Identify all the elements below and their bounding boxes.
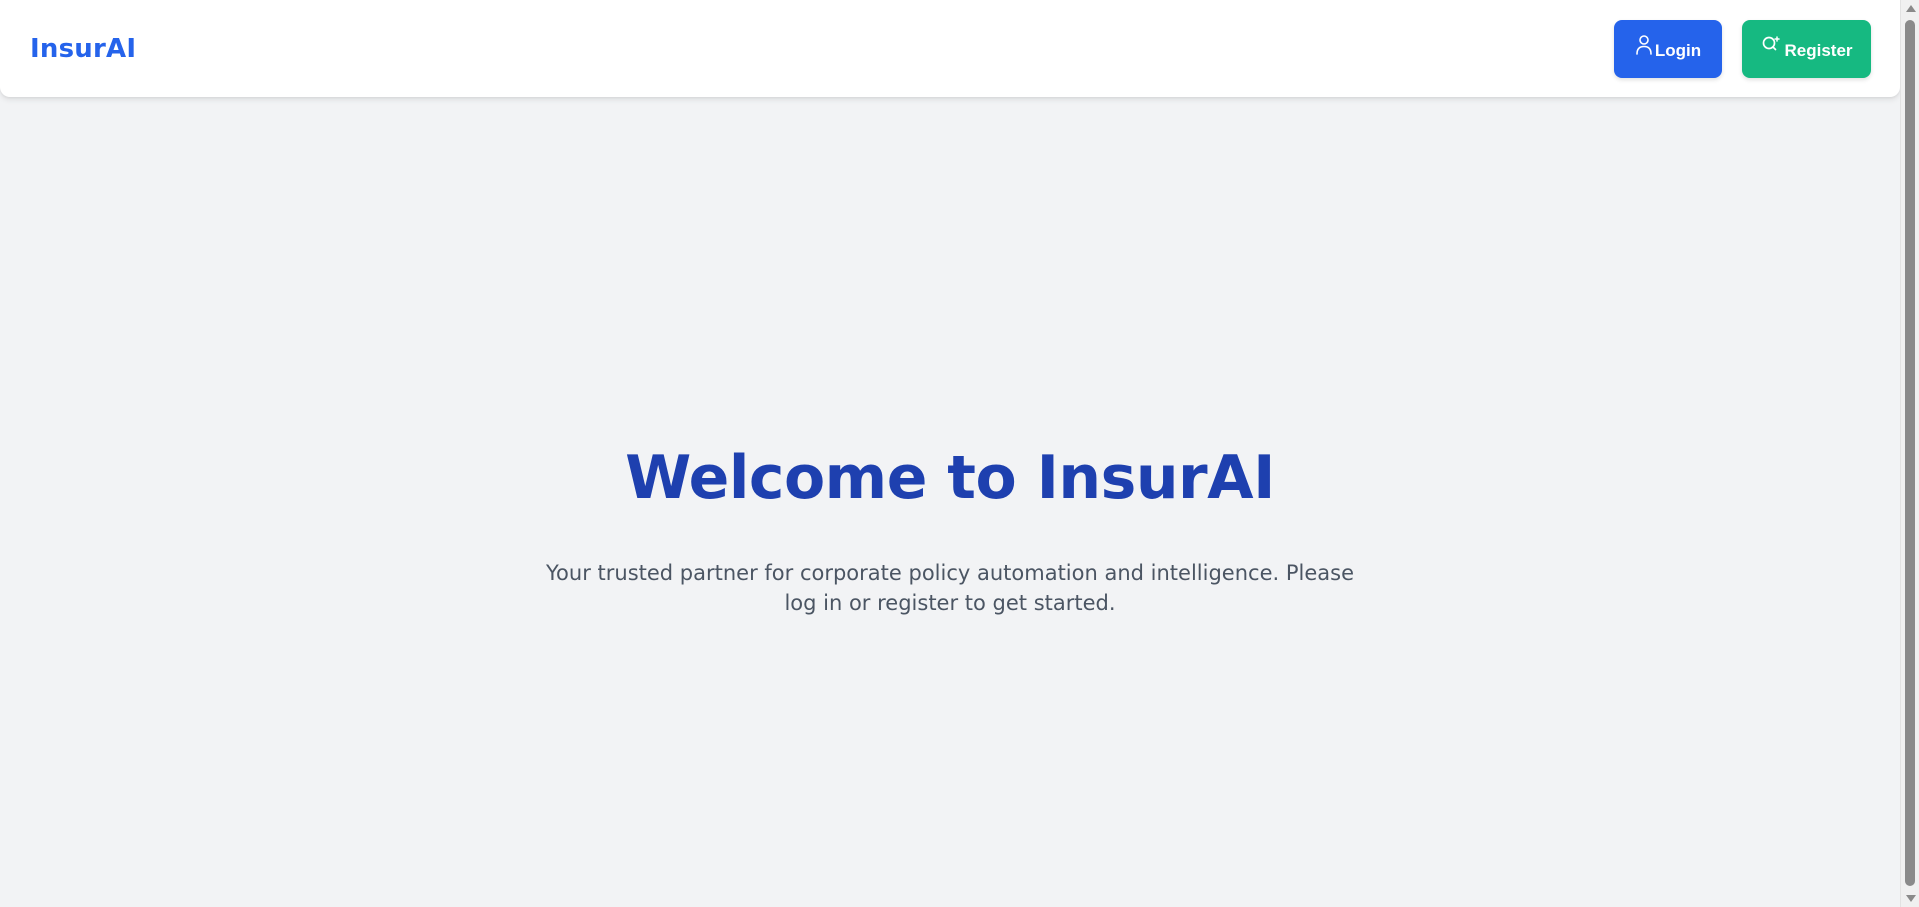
hero-subtitle: Your trusted partner for corporate polic… <box>546 561 1354 615</box>
hero-title: Welcome to InsurAI <box>625 443 1275 513</box>
vertical-scrollbar[interactable] <box>1900 0 1919 907</box>
main-area: InsurAI Login Register Welcome to InsurA… <box>0 0 1900 907</box>
hero-section: Welcome to InsurAI Your trusted partner … <box>0 440 1900 615</box>
scrollbar-thumb[interactable] <box>1905 20 1915 886</box>
user-plus-icon <box>1760 34 1782 60</box>
login-button[interactable]: Login <box>1614 20 1722 78</box>
scroll-up-arrow-icon[interactable] <box>1901 0 1919 17</box>
user-icon <box>1635 34 1653 60</box>
login-label: Login <box>1654 40 1702 60</box>
register-label: Register <box>1784 40 1853 60</box>
page: InsurAI Login Register Welcome to InsurA… <box>0 0 1919 907</box>
scroll-down-arrow-icon[interactable] <box>1901 890 1919 907</box>
top-navbar: InsurAI Login Register <box>0 0 1900 97</box>
register-button[interactable]: Register <box>1742 20 1871 78</box>
brand-logo[interactable]: InsurAI <box>30 33 136 65</box>
